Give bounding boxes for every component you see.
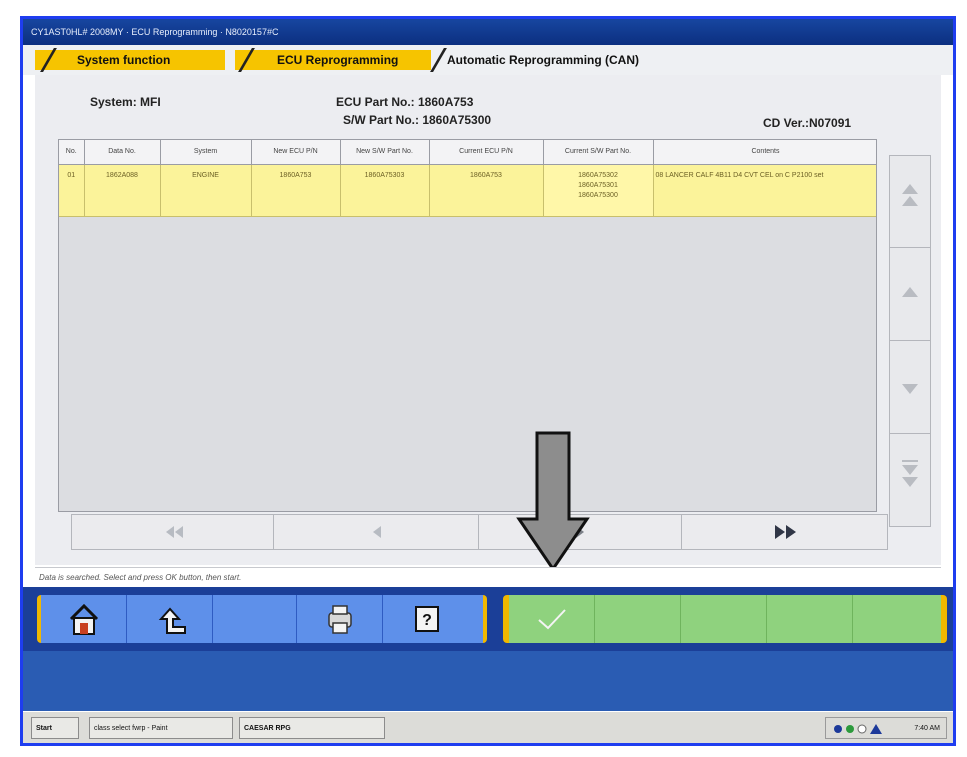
current-sw-value: 1860A75301 <box>578 181 618 189</box>
taskbar-item-caesar[interactable]: CAESAR RPG <box>239 717 385 739</box>
vertical-scrollbar <box>889 155 931 527</box>
help-button[interactable]: ? <box>383 595 471 643</box>
col-header-current-ecu[interactable]: Current ECU P/N <box>429 140 544 165</box>
clock: 7:40 AM <box>914 725 940 732</box>
system-tray: 7:40 AM <box>825 717 947 739</box>
left-button-panel: ? <box>41 595 483 643</box>
start-button[interactable]: Start <box>31 717 79 739</box>
print-button[interactable] <box>297 595 383 643</box>
home-icon <box>69 603 99 635</box>
cell-contents: 08 LANCER CALF 4B11 D4 CVT CEL on C P210… <box>653 164 876 217</box>
tab-system-function[interactable]: System function <box>35 50 225 70</box>
taskbar-item-label: CAESAR RPG <box>244 725 291 732</box>
up-icon[interactable] <box>890 249 930 341</box>
cd-version-label: CD Ver.:N07091 <box>763 116 852 130</box>
tab-label: ECU Reprogramming <box>277 53 399 67</box>
tab-ecu-reprogramming[interactable]: ECU Reprogramming <box>235 50 431 70</box>
ecu-part-label: ECU Part No.: 1860A753 <box>336 95 474 109</box>
ok-button[interactable] <box>509 595 595 643</box>
function-button-4[interactable] <box>767 595 853 643</box>
last-page-icon[interactable] <box>683 515 887 549</box>
col-header-data-no[interactable]: Data No. <box>84 140 161 165</box>
home-button[interactable] <box>41 595 127 643</box>
back-button[interactable] <box>127 595 213 643</box>
function-button-2[interactable] <box>595 595 681 643</box>
sw-part-label: S/W Part No.: 1860A75300 <box>343 113 492 127</box>
tab-separator <box>430 48 447 72</box>
printer-icon <box>328 605 352 634</box>
right-button-group <box>503 595 947 643</box>
down-icon[interactable] <box>890 342 930 434</box>
cell-new-sw: 1860A75303 <box>340 164 430 217</box>
svg-text:?: ? <box>422 612 432 629</box>
status-message: Data is searched. Select and press OK bu… <box>35 567 941 587</box>
checkmark-icon <box>538 609 566 630</box>
taskbar-item-paint[interactable]: class select fwrp - Paint <box>89 717 233 739</box>
cell-current-ecu: 1860A753 <box>429 164 544 217</box>
cell-no: 01 <box>59 164 85 217</box>
tab-bar: System function ECU Reprogramming Automa… <box>23 45 953 75</box>
function-toolbar: ? <box>23 587 953 651</box>
double-down-icon[interactable] <box>890 435 930 527</box>
down-arrow-annotation-icon <box>516 431 590 572</box>
left-button-group: ? <box>37 595 487 643</box>
tab-automatic-reprogramming[interactable]: Automatic Reprogramming (CAN) <box>447 50 787 70</box>
cell-data-no: 1862A088 <box>84 164 161 217</box>
col-header-system[interactable]: System <box>160 140 252 165</box>
function-button-3[interactable] <box>681 595 767 643</box>
tab-label: Automatic Reprogramming (CAN) <box>447 53 640 67</box>
blank-button[interactable] <box>213 595 297 643</box>
col-header-new-ecu[interactable]: New ECU P/N <box>251 140 341 165</box>
taskbar-item-label: class select fwrp - Paint <box>94 725 168 732</box>
cell-current-sw: 1860A75302 1860A75301 1860A75300 <box>543 164 654 217</box>
system-label: System: MFI <box>90 95 161 109</box>
application-frame: CY1AST0HL# 2008MY · ECU Reprogramming · … <box>20 16 956 746</box>
cell-system: ENGINE <box>160 164 252 217</box>
status-text: Data is searched. Select and press OK bu… <box>39 573 242 582</box>
prev-page-icon[interactable] <box>275 515 479 549</box>
back-icon <box>158 607 186 634</box>
function-button-5[interactable] <box>853 595 941 643</box>
table-row[interactable]: 01 1862A088 ENGINE 1860A753 1860A75303 1… <box>59 164 876 217</box>
col-header-no[interactable]: No. <box>59 140 85 165</box>
current-sw-value: 1860A75302 <box>578 171 618 179</box>
tab-label: System function <box>77 53 171 67</box>
table-header-row: No. Data No. System New ECU P/N New S/W … <box>59 140 876 165</box>
window-titlebar: CY1AST0HL# 2008MY · ECU Reprogramming · … <box>23 19 953 45</box>
double-up-icon[interactable] <box>890 156 930 248</box>
tray-icons <box>834 724 882 734</box>
right-button-panel <box>509 595 941 643</box>
help-icon: ? <box>415 606 439 632</box>
page-navigation-bar <box>71 514 888 550</box>
start-label: Start <box>36 725 52 732</box>
col-header-current-sw[interactable]: Current S/W Part No. <box>543 140 654 165</box>
col-header-contents[interactable]: Contents <box>653 140 876 165</box>
windows-taskbar: Start class select fwrp - Paint CAESAR R… <box>23 711 953 743</box>
bottom-panel <box>23 651 953 711</box>
col-header-new-sw[interactable]: New S/W Part No. <box>340 140 430 165</box>
cell-new-ecu: 1860A753 <box>251 164 341 217</box>
first-page-icon[interactable] <box>72 515 274 549</box>
current-sw-value: 1860A75300 <box>578 191 618 199</box>
data-table: No. Data No. System New ECU P/N New S/W … <box>58 139 877 512</box>
window-title: CY1AST0HL# 2008MY · ECU Reprogramming · … <box>31 27 279 37</box>
